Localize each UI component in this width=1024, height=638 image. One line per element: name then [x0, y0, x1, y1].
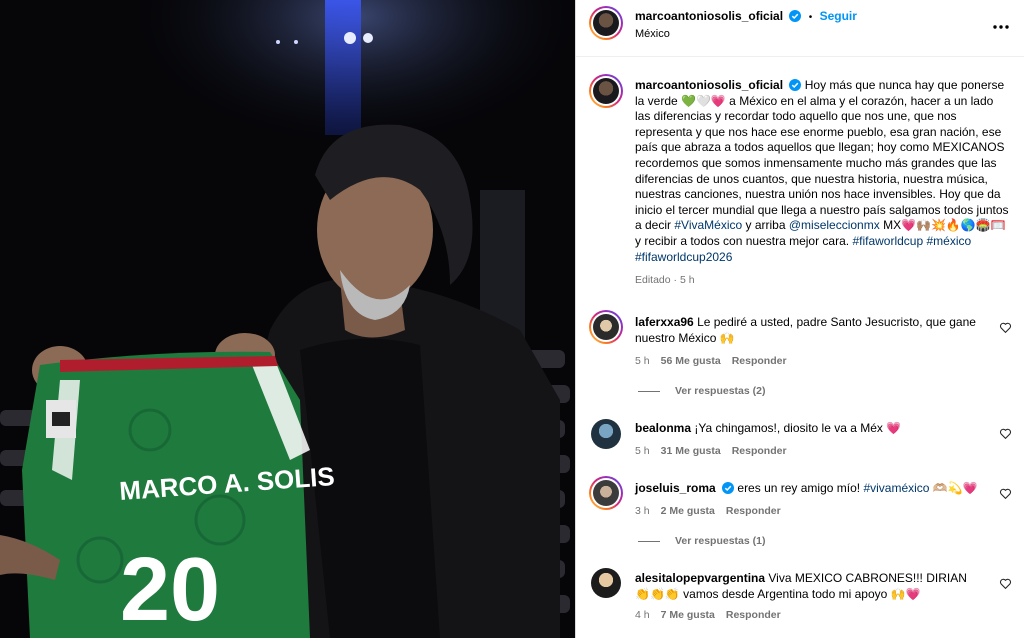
post-caption: marcoantoniosolis_oficial Hoy más que nu…	[635, 78, 1010, 289]
comment-username[interactable]: laferxxa96	[635, 315, 694, 329]
comment-username[interactable]: bealonma	[635, 421, 691, 435]
verified-badge-icon	[722, 482, 735, 494]
view-replies-button[interactable]: Ver respuestas (2)	[638, 385, 765, 397]
caption-username[interactable]: marcoantoniosolis_oficial	[635, 78, 783, 92]
post-side-panel: marcoantoniosolis_oficial • Seguir Méxic…	[575, 0, 1024, 638]
comment-username[interactable]: joseluis_roma	[635, 481, 716, 495]
comment-likes[interactable]: 2 Me gusta	[661, 505, 715, 517]
view-replies-label[interactable]: Ver respuestas (1)	[675, 535, 765, 547]
view-replies-button[interactable]: Ver respuestas (1)	[638, 535, 765, 547]
photo-illustration: MARCO A. SOLIS 20	[0, 0, 575, 638]
mention-miseleccionmx[interactable]: @miseleccionmx	[789, 218, 880, 232]
follow-button[interactable]: Seguir	[820, 9, 857, 23]
comment-text: eres un rey amigo mío!	[737, 481, 864, 495]
comment-avatar[interactable]	[591, 419, 621, 449]
verified-badge-icon	[789, 10, 802, 22]
jersey-number-print: 20	[120, 540, 220, 638]
more-options-icon[interactable]	[993, 16, 1009, 34]
comment-reply-button[interactable]: Responder	[732, 355, 787, 367]
caption-author-avatar[interactable]	[589, 74, 623, 108]
heart-icon[interactable]	[999, 577, 1012, 590]
author-username[interactable]: marcoantoniosolis_oficial	[635, 9, 783, 23]
heart-icon[interactable]	[999, 321, 1012, 334]
comment-emoji: 🫶🏼💫💗	[929, 481, 978, 495]
comment-likes[interactable]: 56 Me gusta	[661, 355, 721, 367]
comment-text: ¡Ya chingamos!, diosito le va a Méx 💗	[694, 421, 902, 435]
view-replies-label[interactable]: Ver respuestas (2)	[675, 385, 765, 397]
comment-hashtag[interactable]: #vivaméxico	[863, 481, 929, 495]
post-header: marcoantoniosolis_oficial • Seguir Méxic…	[576, 0, 1024, 57]
comment-time: 5 h	[635, 444, 650, 457]
comment-item: bealonma ¡Ya chingamos!, diosito le va a…	[635, 421, 980, 457]
caption-text-part-2: y arriba	[742, 218, 789, 233]
post-photo[interactable]: MARCO A. SOLIS 20	[0, 0, 575, 638]
verified-badge-icon	[789, 79, 802, 91]
hashtag-vivamexico[interactable]: #VivaMéxico	[674, 218, 742, 232]
comment-item: laferxxa96 Le pediré a usted, padre Sant…	[635, 315, 980, 367]
replies-divider	[638, 540, 660, 542]
comment-time: 3 h	[635, 504, 650, 517]
comment-avatar[interactable]	[589, 476, 623, 510]
heart-icon[interactable]	[999, 427, 1012, 440]
author-avatar[interactable]	[589, 6, 623, 40]
comment-reply-button[interactable]: Responder	[726, 609, 781, 621]
caption-edited-time: Editado · 5 h	[635, 274, 695, 287]
comment-avatar[interactable]	[589, 310, 623, 344]
comment-reply-button[interactable]: Responder	[726, 505, 781, 517]
post-location[interactable]: México	[635, 28, 670, 40]
comment-avatar[interactable]	[591, 568, 621, 598]
caption-text-part-1: Hoy más que nunca hay que ponerse la ver…	[635, 78, 1009, 233]
comment-likes[interactable]: 31 Me gusta	[661, 445, 721, 457]
comment-username[interactable]: alesitalopepvargentina	[635, 571, 765, 585]
comment-reply-button[interactable]: Responder	[732, 445, 787, 457]
instagram-post-modal: MARCO A. SOLIS 20 marcoantoniosolis_ofic…	[0, 0, 1024, 638]
heart-icon[interactable]	[999, 487, 1012, 500]
comment-likes[interactable]: 7 Me gusta	[661, 609, 715, 621]
header-separator: •	[808, 12, 813, 23]
replies-divider	[638, 390, 660, 392]
comment-item: alesitalopepvargentina Viva MEXICO CABRO…	[635, 571, 980, 621]
comment-time: 5 h	[635, 354, 650, 367]
comment-item: joseluis_roma eres un rey amigo mío! #vi…	[635, 481, 980, 517]
comment-time: 4 h	[635, 608, 650, 621]
